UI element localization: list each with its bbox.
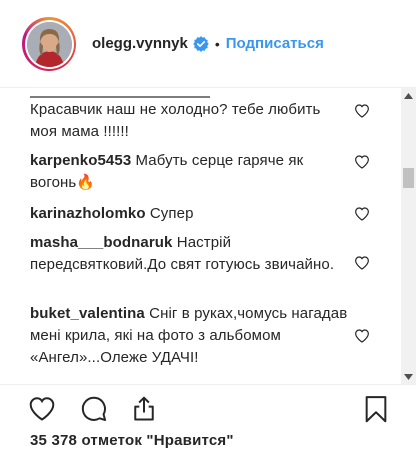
comment-like-heart-icon[interactable] bbox=[354, 255, 370, 271]
avatar[interactable] bbox=[22, 17, 76, 71]
share-icon[interactable] bbox=[130, 395, 158, 423]
list-item: Красавчик наш не холодно? тебе любить мо… bbox=[30, 88, 350, 143]
post-header: olegg.vynnyk • Подписаться bbox=[0, 0, 416, 88]
comment-cut-line bbox=[30, 88, 350, 99]
comment-text: Красавчик наш не холодно? тебе любить мо… bbox=[30, 101, 321, 140]
comment-author-link[interactable]: karpenko5453 bbox=[30, 152, 131, 169]
comment-icon[interactable] bbox=[80, 395, 108, 423]
avatar-portrait-icon bbox=[26, 21, 72, 67]
list-item: karinazholomko Супер bbox=[30, 203, 350, 225]
comment-like-heart-icon[interactable] bbox=[354, 103, 370, 119]
comment-like-heart-icon[interactable] bbox=[354, 206, 370, 222]
follow-button[interactable]: Подписаться bbox=[226, 35, 324, 52]
likes-count[interactable]: 35 378 отметок "Нравится" bbox=[30, 432, 234, 449]
comment-author-link[interactable]: karinazholomko bbox=[30, 205, 146, 222]
list-item: karpenko5453 Мабуть серце гаряче як вого… bbox=[30, 150, 350, 194]
separator-dot: • bbox=[214, 35, 220, 52]
avatar-border bbox=[24, 19, 74, 69]
heart-icon[interactable] bbox=[28, 395, 56, 423]
list-item: buket_valentina Сніг в руках,чомусь нага… bbox=[30, 303, 350, 369]
scrollbar-thumb[interactable] bbox=[403, 168, 414, 188]
scroll-up-arrow-icon[interactable] bbox=[401, 88, 416, 103]
username-link[interactable]: olegg.vynnyk bbox=[92, 35, 188, 52]
post-actions-bar: 35 378 отметок "Нравится" bbox=[0, 384, 416, 458]
header-info: olegg.vynnyk • Подписаться bbox=[92, 35, 324, 52]
avatar-photo bbox=[26, 21, 72, 67]
instagram-post-panel: olegg.vynnyk • Подписаться Красавчик наш… bbox=[0, 0, 416, 458]
scroll-down-arrow-icon[interactable] bbox=[401, 369, 416, 384]
comment-like-heart-icon[interactable] bbox=[354, 328, 370, 344]
bookmark-icon[interactable] bbox=[362, 395, 390, 423]
comment-like-heart-icon[interactable] bbox=[354, 154, 370, 170]
verified-badge-icon bbox=[193, 35, 209, 52]
comments-scrollbar[interactable] bbox=[401, 88, 416, 384]
comment-author-link[interactable]: masha___bodnaruk bbox=[30, 234, 173, 251]
list-item: masha___bodnaruk Настрій передсвятковий.… bbox=[30, 232, 350, 276]
comment-text: Супер bbox=[149, 205, 194, 222]
comments-list[interactable]: Красавчик наш не холодно? тебе любить мо… bbox=[0, 88, 400, 384]
comment-author-link[interactable]: buket_valentina bbox=[30, 305, 145, 322]
